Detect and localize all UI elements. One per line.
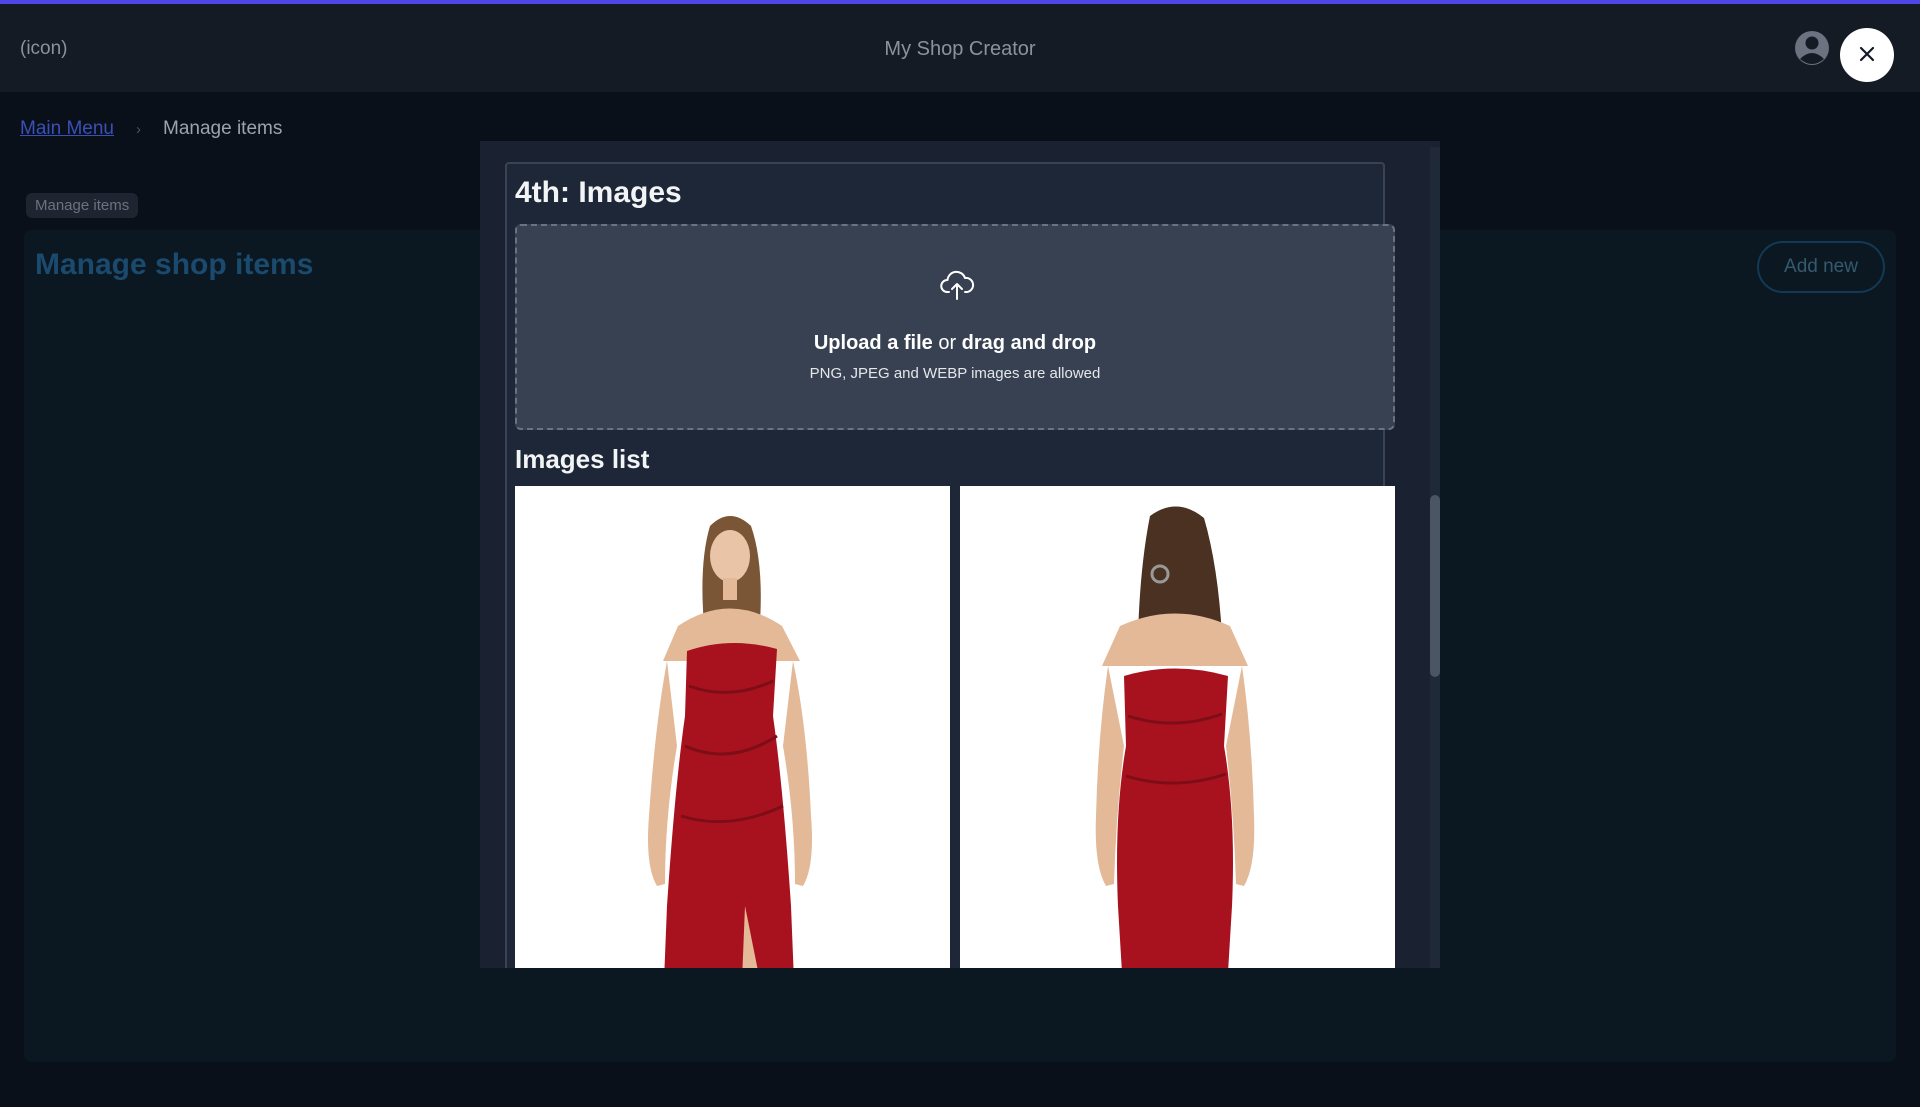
drag-and-drop-text: drag and drop (961, 332, 1097, 354)
top-bar: (icon) My Shop Creator (0, 4, 1920, 92)
upload-instructions: Upload a file or drag and drop (517, 332, 1393, 355)
breadcrumb-main-menu-link[interactable]: Main Menu (20, 118, 114, 140)
page-title: Manage shop items (35, 248, 314, 281)
breadcrumb: Main Menu › Manage items (20, 118, 282, 140)
app-title: My Shop Creator (884, 38, 1036, 60)
add-new-button[interactable]: Add new (1757, 241, 1885, 293)
product-image-front[interactable] (515, 486, 950, 968)
close-icon (1858, 45, 1876, 66)
image-upload-dropzone[interactable]: Upload a file or drag and drop PNG, JPEG… (515, 224, 1395, 430)
close-modal-button[interactable] (1840, 28, 1894, 82)
upload-file-link[interactable]: Upload a file (814, 332, 933, 354)
manage-items-tag: Manage items (26, 193, 139, 218)
product-image-back[interactable] (960, 486, 1395, 968)
images-list-title: Images list (515, 444, 650, 474)
breadcrumb-current: Manage items (163, 118, 283, 139)
section-title: 4th: Images (515, 176, 682, 209)
images-modal: 4th: Images Upload a file or drag and dr… (480, 141, 1440, 968)
user-avatar-icon[interactable] (1794, 30, 1830, 66)
upload-hint: PNG, JPEG and WEBP images are allowed (809, 365, 1101, 382)
cloud-upload-icon (939, 266, 975, 302)
breadcrumb-separator: › (136, 120, 141, 138)
modal-scrollbar-thumb[interactable] (1430, 495, 1440, 677)
images-section: 4th: Images Upload a file or drag and dr… (505, 162, 1395, 968)
upload-or-text: or (932, 332, 962, 354)
